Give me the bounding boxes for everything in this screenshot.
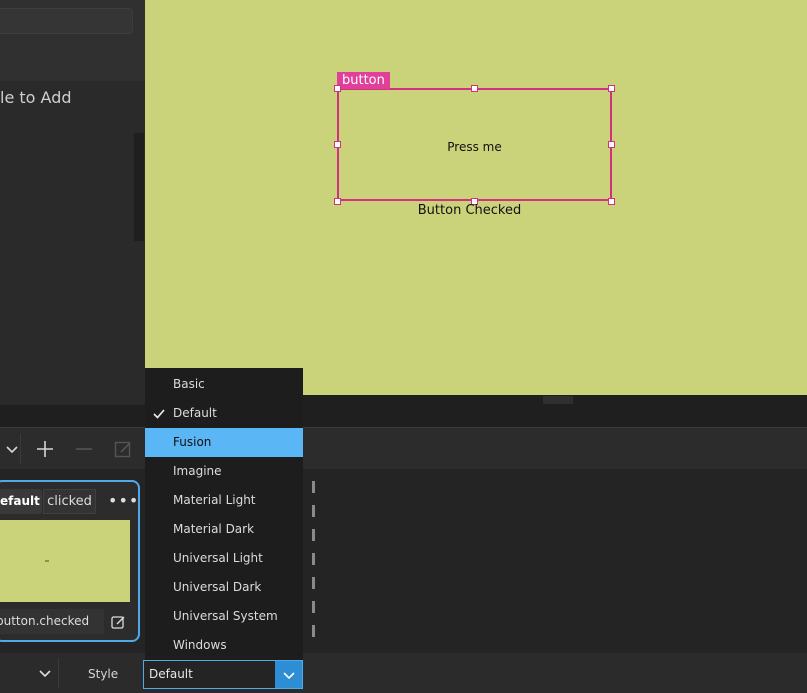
button-text: Press me: [447, 140, 502, 154]
style-option-imagine[interactable]: Imagine: [145, 457, 303, 486]
properties-bar: [0, 653, 807, 693]
panel-splitter[interactable]: [0, 405, 807, 428]
style-option-fusion[interactable]: Fusion: [145, 428, 303, 457]
style-option-basic[interactable]: Basic: [145, 370, 303, 399]
plus-icon[interactable]: [33, 437, 57, 461]
style-label: Style: [88, 667, 119, 681]
chevron-down-icon[interactable]: [36, 664, 54, 682]
style-combobox-value: Default: [149, 667, 193, 681]
properties-separator: [58, 658, 59, 688]
canvas-scrollbar-thumb[interactable]: [543, 396, 573, 404]
minus-icon[interactable]: [72, 437, 96, 461]
checkmark-icon: [153, 409, 165, 419]
style-option-default[interactable]: Default: [145, 399, 303, 428]
edit-icon[interactable]: [111, 437, 135, 461]
style-option-material-dark[interactable]: Material Dark: [145, 515, 303, 544]
edit-condition-icon[interactable]: [108, 612, 128, 632]
state-drop-divider: [312, 481, 315, 639]
style-option-universal-dark[interactable]: Universal Dark: [145, 573, 303, 602]
library-scrollbar[interactable]: [134, 133, 144, 241]
combobox-chevron-down-icon[interactable]: [275, 661, 302, 688]
style-option-label: Default: [173, 406, 217, 420]
resize-handle-top-left[interactable]: [334, 85, 341, 92]
style-option-material-light[interactable]: Material Light: [145, 486, 303, 515]
library-search-input[interactable]: [0, 8, 133, 34]
state-base-label: efault: [0, 489, 42, 514]
toolbar-separator: [20, 434, 21, 464]
state-preview-content: [45, 560, 49, 562]
style-option-universal-system[interactable]: Universal System: [145, 602, 303, 631]
selection-id-tag: button: [337, 72, 390, 89]
more-options-icon[interactable]: •••: [108, 491, 138, 511]
state-preview-thumbnail: [0, 520, 130, 602]
resize-handle-top[interactable]: [471, 85, 478, 92]
style-dropdown-menu[interactable]: Basic Default Fusion Imagine Material Li…: [145, 368, 303, 660]
library-hint-text: le to Add: [0, 88, 72, 107]
when-condition-text: button.checked: [0, 614, 90, 628]
style-option-windows[interactable]: Windows: [145, 631, 303, 660]
resize-handle-bottom-right[interactable]: [608, 198, 615, 205]
when-condition-field[interactable]: button.checked: [0, 609, 104, 634]
resize-handle-top-right[interactable]: [608, 85, 615, 92]
status-text: Button Checked: [417, 203, 522, 218]
style-option-universal-light[interactable]: Universal Light: [145, 544, 303, 573]
state-name-field[interactable]: clicked: [43, 489, 96, 514]
